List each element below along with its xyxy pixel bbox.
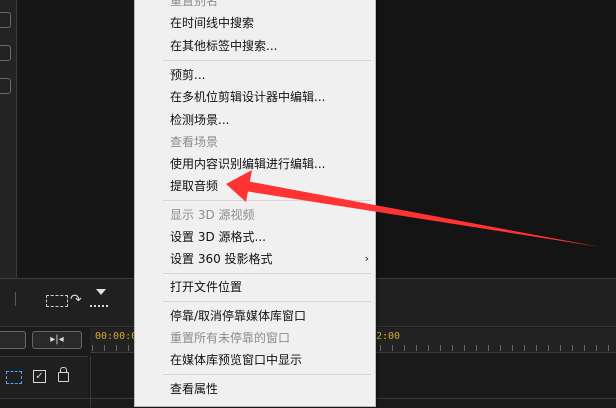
menu-separator [163,301,371,302]
menu-item-set-360-format[interactable]: 设置 360 投影格式 › [170,249,369,269]
menu-item-show-3d-source[interactable]: 显示 3D 源视频 [170,205,255,225]
menu-item-precut[interactable]: 预剪... [170,65,205,85]
menu-item-view-properties[interactable]: 查看属性 [170,379,218,399]
menu-item-show-in-preview[interactable]: 在媒体库预览窗口中显示 [170,350,302,370]
menu-item-detect-scenes[interactable]: 检测场景... [170,110,229,130]
lock-icon[interactable] [58,367,69,382]
curved-arrow-icon[interactable]: ↷ [70,292,82,308]
right-panel [376,0,616,278]
menu-item-open-file-location[interactable]: 打开文件位置 [170,277,242,297]
marker-icon[interactable] [90,289,108,307]
left-tool-strip [0,0,17,278]
menu-separator [163,273,371,274]
menu-item-extract-audio[interactable]: 提取音频 [170,176,218,196]
checkbox-icon[interactable]: ✓ [33,370,46,383]
fit-timeline-button[interactable]: ▸|◂ [32,331,82,349]
menu-item-reset-undocked[interactable]: 重置所有未停靠的窗口 [170,328,290,348]
menu-item-set-3d-format[interactable]: 设置 3D 源格式... [170,227,266,247]
context-menu: 重置别名 在时间线中搜索 在其他标签中搜索... 预剪... 在多机位剪辑设计器… [134,0,376,407]
menu-item-view-scenes[interactable]: 查看场景 [170,132,218,152]
menu-item-search-timeline[interactable]: 在时间线中搜索 [170,13,254,33]
menu-separator [163,374,371,375]
menu-separator [163,60,371,61]
track-divider [90,356,91,407]
menu-item-multicam-edit[interactable]: 在多机位剪辑设计器中编辑... [170,87,325,107]
menu-item-search-other-tabs[interactable]: 在其他标签中搜索... [170,36,277,56]
menu-separator [163,200,371,201]
dashed-rect-icon[interactable] [46,295,68,307]
menu-item-label: 设置 360 投影格式 [170,252,273,266]
timecode-end: 2:00 [376,331,401,342]
toolbar-divider [15,292,16,306]
dashed-rect-icon[interactable] [6,371,22,384]
microphone-icon[interactable] [0,12,11,28]
tool-icon[interactable] [0,45,11,61]
chevron-right-icon: › [364,252,369,265]
menu-item-content-aware-edit[interactable]: 使用内容识别编辑进行编辑... [170,154,325,174]
menu-item-reset-alias[interactable]: 重置别名 [170,0,218,11]
tool-icon[interactable] [0,78,11,94]
timeline-button[interactable] [0,331,26,349]
menu-item-dock-undock-library[interactable]: 停靠/取消停靠媒体库窗口 [170,306,306,326]
